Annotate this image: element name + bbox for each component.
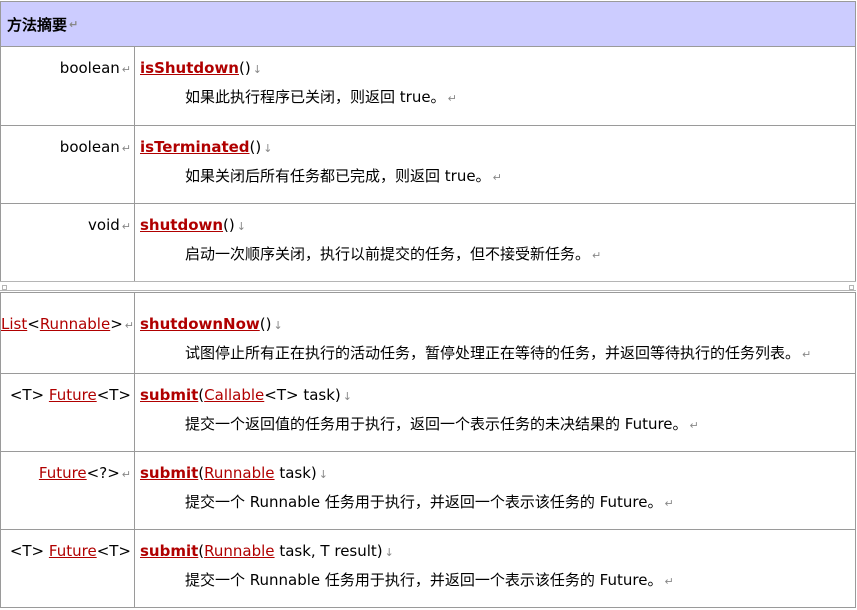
line-break-mark-icon: ↓ (342, 390, 352, 403)
type-link-future[interactable]: Future (49, 386, 97, 404)
paragraph-mark-icon: ↵ (664, 575, 674, 588)
method-detail-cell: submit(Callable<T> task) ↓ 提交一个返回值的任务用于执行… (135, 374, 855, 451)
type-link-runnable[interactable]: Runnable (204, 542, 274, 560)
method-row-submit-runnable: Future<?> ↵ submit(Runnable task) ↓ 提交一个 R… (1, 452, 855, 530)
method-row-shutdown: void ↵ shutdown() ↓ 启动一次顺序关闭，执行以前提交的任务，但不接… (1, 204, 855, 281)
method-row-isShutdown: boolean ↵ isShutdown() ↓ 如果此执行程序已关闭，则返回 tr… (1, 47, 855, 126)
method-detail-cell: submit(Runnable task) ↓ 提交一个 Runnable 任务用… (135, 452, 855, 529)
method-row-submit-runnable-result: <T> Future<T> submit(Runnable task, T re… (1, 530, 855, 608)
return-type: boolean (59, 59, 120, 77)
method-row-submit-callable: <T> Future<T> submit(Callable<T> task) ↓ … (1, 374, 855, 452)
paragraph-mark-icon: ↵ (124, 319, 134, 332)
method-signature: submit(Runnable task, T result) ↓ (140, 542, 394, 560)
return-type-cell: boolean ↵ (1, 47, 135, 125)
return-type-cell: <T> Future<T> (1, 530, 135, 607)
method-params: () (238, 59, 251, 77)
method-link-isTerminated[interactable]: isTerminated (140, 138, 250, 156)
line-break-mark-icon: ↓ (318, 468, 328, 481)
paragraph-mark-icon: ↵ (592, 249, 602, 262)
method-link-isShutdown[interactable]: isShutdown (140, 59, 239, 77)
type-link-callable[interactable]: Callable (204, 386, 264, 404)
paragraph-mark-icon: ↵ (121, 142, 131, 155)
method-signature: submit(Runnable task) ↓ (140, 464, 328, 482)
method-description: 启动一次顺序关闭，执行以前提交的任务，但不接受新任务。 ↵ (185, 245, 602, 263)
method-row-shutdownNow: List<Runnable> ↵ shutdownNow() ↓ 试图停止所有正在执… (1, 293, 855, 374)
return-type: void (88, 216, 120, 234)
return-type-cell: boolean ↵ (1, 126, 135, 203)
type-link-future[interactable]: Future (39, 464, 87, 482)
return-type-cell: void ↵ (1, 204, 135, 281)
method-summary-table-top: 方法摘要 ↵ boolean ↵ isShutdown() ↓ 如果此执行程序已关闭，… (0, 1, 856, 281)
type-link-runnable[interactable]: Runnable (40, 315, 110, 333)
method-signature: isTerminated() ↓ (140, 138, 855, 156)
method-signature: shutdown() ↓ (140, 216, 855, 234)
method-link-shutdownNow[interactable]: shutdownNow (140, 315, 260, 333)
paragraph-mark-icon: ↵ (121, 63, 131, 76)
method-description: 如果关闭后所有任务都已完成，则返回 true。 ↵ (185, 167, 502, 185)
paragraph-mark-icon: ↵ (69, 17, 79, 31)
method-row-isTerminated: boolean ↵ isTerminated() ↓ 如果关闭后所有任务都已完成，则… (1, 126, 855, 204)
paragraph-mark-icon: ↵ (447, 92, 457, 105)
method-summary-title: 方法摘要 (7, 15, 68, 34)
paragraph-mark-icon: ↵ (121, 468, 131, 481)
paragraph-mark-icon: ↵ (802, 348, 812, 361)
line-break-mark-icon: ↓ (252, 63, 262, 76)
method-detail-cell: isTerminated() ↓ 如果关闭后所有任务都已完成，则返回 true。 ↵ (135, 126, 855, 203)
method-params: () (223, 216, 235, 234)
method-params: () (249, 138, 262, 156)
page-break-separator (0, 281, 856, 291)
method-link-submit[interactable]: submit (140, 464, 198, 482)
line-break-mark-icon: ↓ (384, 546, 394, 559)
method-params: () (259, 315, 272, 333)
line-break-mark-icon: ↓ (273, 319, 283, 332)
method-detail-cell: isShutdown() ↓ 如果此执行程序已关闭，则返回 true。 ↵ (135, 47, 855, 125)
return-type: boolean (59, 138, 120, 156)
method-description: 试图停止所有正在执行的活动任务，暂停处理正在等待的任务，并返回等待执行的任务列表… (185, 344, 812, 362)
method-description: 提交一个 Runnable 任务用于执行，并返回一个表示该任务的 Future。… (185, 571, 674, 589)
method-link-shutdown[interactable]: shutdown (140, 216, 223, 234)
method-detail-cell: shutdownNow() ↓ 试图停止所有正在执行的活动任务，暂停处理正在等待的… (135, 293, 855, 373)
type-link-runnable[interactable]: Runnable (204, 464, 274, 482)
paragraph-mark-icon: ↵ (664, 497, 674, 510)
type-link-list[interactable]: List (1, 315, 27, 333)
return-type-cell: List<Runnable> ↵ (1, 293, 135, 373)
line-break-mark-icon: ↓ (263, 142, 273, 155)
method-signature: shutdownNow() ↓ (140, 315, 855, 333)
method-summary-header: 方法摘要 ↵ (1, 2, 855, 47)
return-type-cell: <T> Future<T> (1, 374, 135, 451)
method-description: 提交一个 Runnable 任务用于执行，并返回一个表示该任务的 Future。… (185, 493, 674, 511)
method-link-submit[interactable]: submit (140, 542, 198, 560)
method-link-submit[interactable]: submit (140, 386, 198, 404)
method-signature: submit(Callable<T> task) ↓ (140, 386, 352, 404)
method-description: 提交一个返回值的任务用于执行，返回一个表示任务的未决结果的 Future。 ↵ (185, 415, 699, 433)
method-description: 如果此执行程序已关闭，则返回 true。 ↵ (185, 88, 457, 106)
type-link-future[interactable]: Future (49, 542, 97, 560)
paragraph-mark-icon: ↵ (121, 220, 131, 233)
return-type-cell: Future<?> ↵ (1, 452, 135, 529)
method-summary-table-bottom: List<Runnable> ↵ shutdownNow() ↓ 试图停止所有正在执… (0, 292, 856, 608)
paragraph-mark-icon: ↵ (492, 171, 502, 184)
line-break-mark-icon: ↓ (236, 220, 246, 233)
method-detail-cell: shutdown() ↓ 启动一次顺序关闭，执行以前提交的任务，但不接受新任务。 ↵ (135, 204, 855, 281)
method-signature: isShutdown() ↓ (140, 59, 855, 77)
paragraph-mark-icon: ↵ (689, 419, 699, 432)
method-detail-cell: submit(Runnable task, T result) ↓ 提交一个 Ru… (135, 530, 855, 607)
